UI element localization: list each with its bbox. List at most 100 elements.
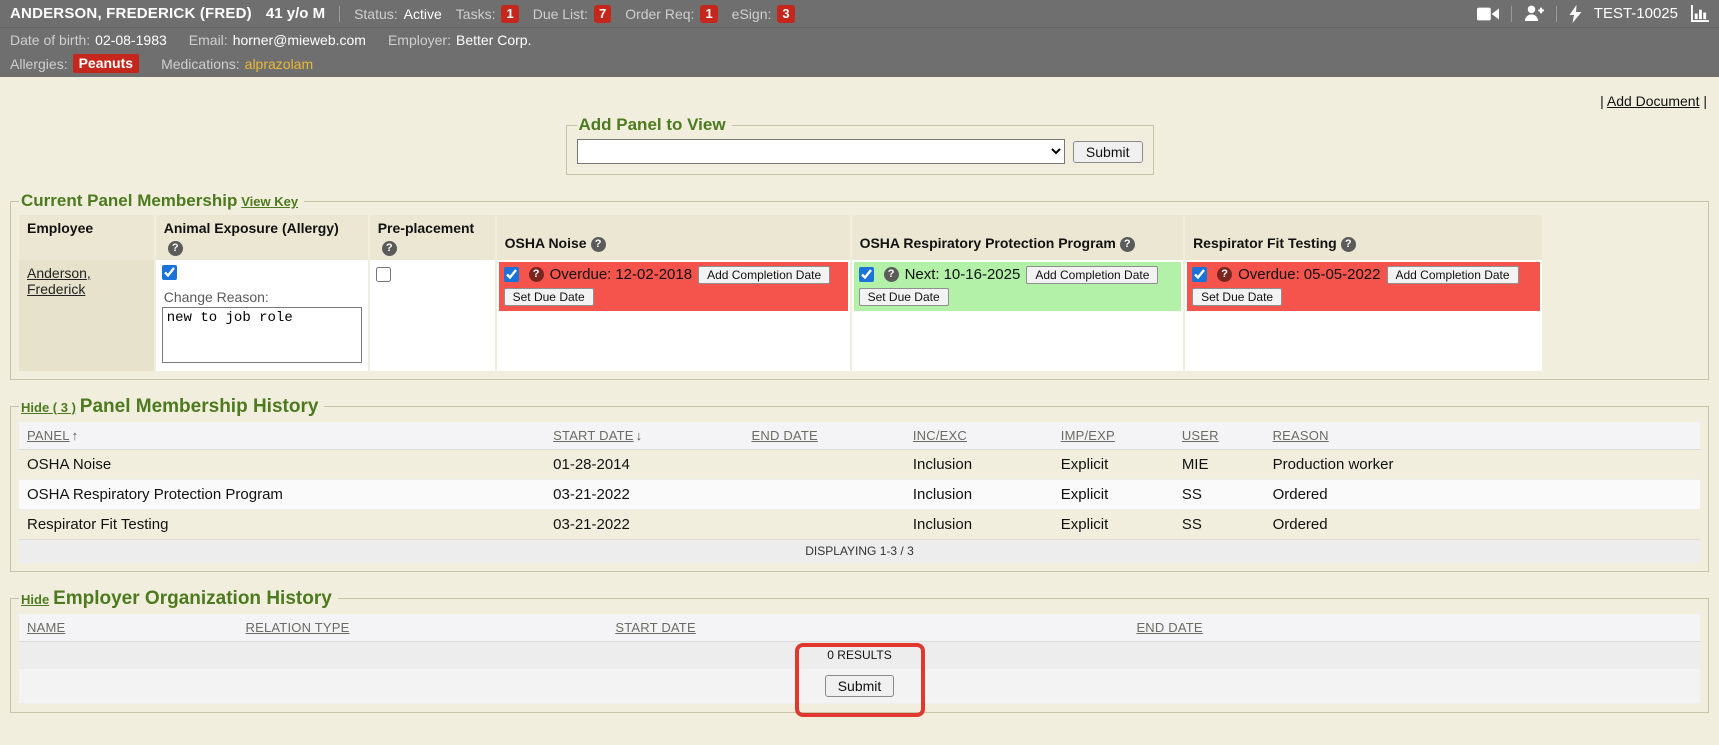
col-start-date: START DATE↓ xyxy=(545,422,743,450)
patient-name: ANDERSON, FREDERICK (FRED) xyxy=(10,5,252,22)
add-user-icon[interactable] xyxy=(1524,5,1544,22)
set-due-date-button[interactable]: Set Due Date xyxy=(1192,288,1282,306)
view-key-link[interactable]: View Key xyxy=(241,194,298,209)
col-end-date: END DATE xyxy=(1128,614,1380,642)
col-end-date: END DATE xyxy=(743,422,904,450)
start-date-sort-link[interactable]: START DATE xyxy=(553,428,634,443)
results-count: 0 RESULTS xyxy=(19,641,1700,668)
pre-placement-cell xyxy=(369,260,496,371)
help-icon[interactable]: ? xyxy=(884,267,899,282)
add-completion-date-button[interactable]: Add Completion Date xyxy=(698,266,830,284)
set-due-date-button[interactable]: Set Due Date xyxy=(504,288,594,306)
results-row: 0 RESULTS xyxy=(19,641,1700,668)
bolt-icon[interactable] xyxy=(1569,5,1582,23)
video-call-icon[interactable] xyxy=(1477,6,1499,22)
workstation-id: TEST-10025 xyxy=(1594,5,1678,22)
osha-noise-checkbox[interactable] xyxy=(504,267,519,282)
due-list-counter[interactable]: Due List: 7 xyxy=(533,5,611,23)
help-icon[interactable]: ? xyxy=(1217,267,1232,282)
osha-noise-cell: ? Overdue: 12-02-2018 Add Completion Dat… xyxy=(496,260,851,371)
employer-header-row: NAME RELATION TYPE START DATE END DATE xyxy=(19,614,1700,642)
employer-label: Employer: xyxy=(388,32,451,48)
help-icon[interactable]: ? xyxy=(591,237,606,252)
cell-start-date: 03-21-2022 xyxy=(545,479,743,509)
dob-label: Date of birth: xyxy=(10,32,90,48)
set-due-date-button[interactable]: Set Due Date xyxy=(859,288,949,306)
submit-row: Submit xyxy=(19,668,1700,703)
cell-inc-exc: Inclusion xyxy=(905,509,1053,539)
allergy-badge[interactable]: Peanuts xyxy=(73,54,139,73)
add-completion-date-button[interactable]: Add Completion Date xyxy=(1387,266,1519,284)
patient-header-row-2: Date of birth: 02-08-1983 Email: horner@… xyxy=(0,28,1719,52)
section-title: Panel Membership History xyxy=(80,396,319,417)
order-req-count-badge[interactable]: 1 xyxy=(700,5,717,23)
status-date: 05-05-2022 xyxy=(1304,266,1381,283)
osha-respiratory-status-block: ? Next: 10-16-2025 Add Completion Date S… xyxy=(854,262,1181,311)
due-list-count-badge[interactable]: 7 xyxy=(594,5,611,23)
col-respirator-fit: Respirator Fit Testing? xyxy=(1184,215,1542,260)
employer-value: Better Corp. xyxy=(456,32,531,48)
chart-icon[interactable] xyxy=(1690,5,1709,22)
end-date-sort-link[interactable]: END DATE xyxy=(751,428,817,443)
document-actions-row: | Add Document | xyxy=(10,77,1709,113)
relation-type-sort-link[interactable]: RELATION TYPE xyxy=(246,620,350,635)
section-title: Current Panel Membership xyxy=(21,191,237,210)
add-document-link[interactable]: Add Document xyxy=(1607,93,1700,109)
panel-select[interactable] xyxy=(577,139,1065,164)
col-reason: REASON xyxy=(1265,422,1700,450)
add-completion-date-button[interactable]: Add Completion Date xyxy=(1026,266,1158,284)
hide-history-link[interactable]: Hide ( 3 ) xyxy=(21,400,76,415)
tasks-counter[interactable]: Tasks: 1 xyxy=(456,5,519,23)
change-reason-textarea[interactable]: new to job role xyxy=(162,307,362,363)
respirator-fit-checkbox[interactable] xyxy=(1192,267,1207,282)
employee-link[interactable]: Anderson, Frederick xyxy=(27,265,91,297)
table-row: OSHA Respiratory Protection Program 03-2… xyxy=(19,479,1700,509)
member-row: Anderson, Frederick Change Reason: new t… xyxy=(19,260,1542,371)
dob-value: 02-08-1983 xyxy=(95,32,167,48)
panel-sort-link[interactable]: PANEL xyxy=(27,428,70,443)
help-icon[interactable]: ? xyxy=(529,267,544,282)
help-icon[interactable]: ? xyxy=(1341,237,1356,252)
medication-value[interactable]: alprazolam xyxy=(245,56,313,72)
current-panel-header-row: Employee Animal Exposure (Allergy) ? Pre… xyxy=(19,215,1542,260)
respirator-fit-cell: ? Overdue: 05-05-2022 Add Completion Dat… xyxy=(1184,260,1542,371)
status-value: Active xyxy=(404,6,442,22)
col-name: NAME xyxy=(19,614,238,642)
history-header-row: PANEL↑ START DATE↓ END DATE INC/EXC IMP/… xyxy=(19,422,1700,450)
col-osha-respiratory: OSHA Respiratory Protection Program? xyxy=(851,215,1184,260)
respirator-fit-status-block: ? Overdue: 05-05-2022 Add Completion Dat… xyxy=(1187,262,1540,311)
table-row: OSHA Noise 01-28-2014 Inclusion Explicit… xyxy=(19,449,1700,479)
tasks-count-badge[interactable]: 1 xyxy=(501,5,518,23)
divider xyxy=(1511,6,1512,22)
employer-history-submit-button[interactable]: Submit xyxy=(825,675,895,697)
status-date: 10-16-2025 xyxy=(944,266,1021,283)
due-list-label: Due List: xyxy=(533,6,588,22)
cell-user: MIE xyxy=(1174,449,1265,479)
pre-placement-checkbox[interactable] xyxy=(376,267,391,282)
status-text: Overdue: xyxy=(1238,266,1300,283)
imp-exp-sort-link[interactable]: IMP/EXP xyxy=(1061,428,1115,443)
help-icon[interactable]: ? xyxy=(1120,237,1135,252)
animal-exposure-checkbox[interactable] xyxy=(162,265,177,280)
employee-cell: Anderson, Frederick xyxy=(19,260,155,371)
help-icon[interactable]: ? xyxy=(382,241,397,256)
reason-sort-link[interactable]: REASON xyxy=(1273,428,1329,443)
sort-desc-icon: ↓ xyxy=(636,428,643,443)
add-panel-submit-button[interactable]: Submit xyxy=(1073,141,1143,163)
end-date-sort-link[interactable]: END DATE xyxy=(1136,620,1202,635)
divider xyxy=(339,6,340,22)
hide-employer-history-link[interactable]: Hide xyxy=(21,592,49,607)
osha-noise-status-block: ? Overdue: 12-02-2018 Add Completion Dat… xyxy=(499,262,848,311)
esign-counter[interactable]: eSign: 3 xyxy=(732,5,795,23)
start-date-sort-link[interactable]: START DATE xyxy=(615,620,696,635)
inc-exc-sort-link[interactable]: INC/EXC xyxy=(913,428,967,443)
order-req-counter[interactable]: Order Req: 1 xyxy=(625,5,717,23)
animal-exposure-cell: Change Reason: new to job role xyxy=(155,260,369,371)
esign-count-badge[interactable]: 3 xyxy=(777,5,794,23)
user-sort-link[interactable]: USER xyxy=(1182,428,1219,443)
dob-field: Date of birth: 02-08-1983 xyxy=(10,32,167,48)
help-icon[interactable]: ? xyxy=(168,241,183,256)
change-reason-label: Change Reason: xyxy=(164,289,360,305)
name-sort-link[interactable]: NAME xyxy=(27,620,65,635)
osha-respiratory-checkbox[interactable] xyxy=(859,267,874,282)
